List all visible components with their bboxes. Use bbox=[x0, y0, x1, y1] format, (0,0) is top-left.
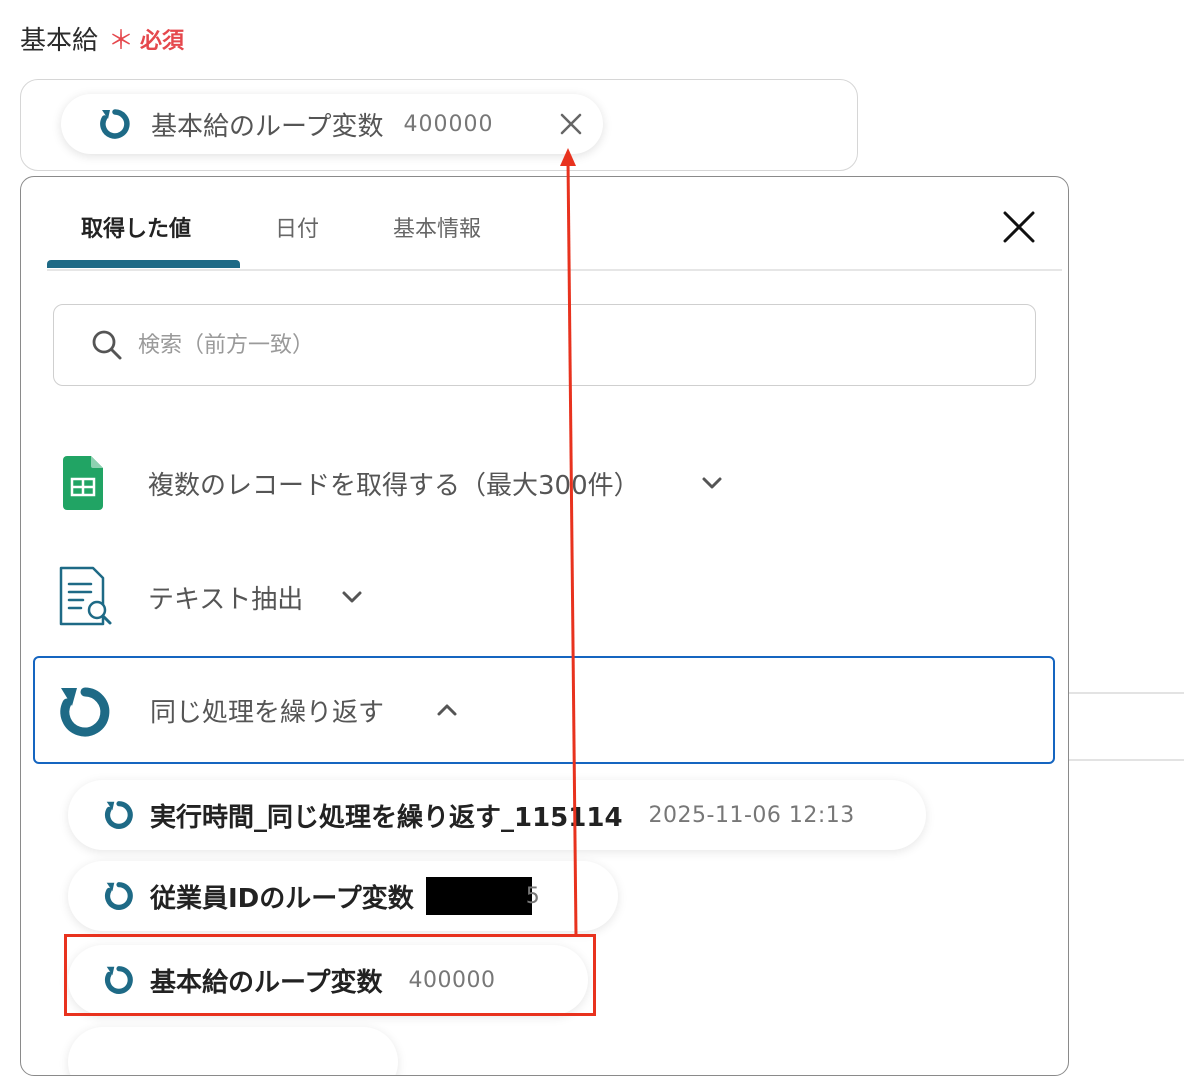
loop-icon bbox=[60, 687, 110, 737]
item-label: 従業員IDのループ変数 bbox=[150, 883, 414, 914]
search-icon bbox=[92, 330, 122, 360]
item-value-tail: 5 bbox=[525, 883, 540, 909]
value-input[interactable]: 基本給のループ変数 400000 bbox=[20, 79, 858, 171]
group-text-extraction[interactable]: テキスト抽出 bbox=[33, 545, 1055, 649]
loop-icon bbox=[104, 801, 133, 829]
tab-bar: 取得した値 日付 基本情報 bbox=[47, 177, 1062, 271]
search-field[interactable] bbox=[53, 304, 1036, 386]
selected-value-chip[interactable]: 基本給のループ変数 400000 bbox=[61, 94, 603, 154]
chevron-down-icon bbox=[702, 477, 722, 489]
loop-icon bbox=[100, 109, 130, 139]
tab-basic-info[interactable]: 基本情報 bbox=[393, 211, 481, 243]
search-input[interactable] bbox=[136, 331, 940, 359]
document-search-icon bbox=[59, 566, 112, 626]
loop-icon bbox=[104, 882, 133, 910]
group-label: 同じ処理を繰り返す bbox=[150, 697, 385, 728]
background-divider bbox=[1069, 759, 1184, 761]
list-item-partial[interactable] bbox=[68, 1027, 398, 1075]
chevron-up-icon bbox=[437, 704, 457, 716]
close-icon[interactable] bbox=[1001, 209, 1037, 245]
group-label: テキスト抽出 bbox=[148, 584, 304, 615]
chevron-down-icon bbox=[342, 591, 362, 603]
list-item[interactable]: 従業員IDのループ変数 5 bbox=[68, 861, 618, 931]
field-label: 基本給 ＊ 必須 bbox=[20, 20, 184, 57]
redacted-value bbox=[425, 877, 532, 915]
required-text: 必須 bbox=[140, 28, 185, 54]
active-tab-indicator bbox=[47, 260, 240, 268]
annotation-highlight-box bbox=[64, 934, 596, 1016]
background-divider bbox=[1069, 692, 1184, 694]
group-get-records[interactable]: 複数のレコードを取得する（最大300件） bbox=[33, 431, 1055, 535]
field-label-text: 基本給 bbox=[20, 26, 99, 56]
required-asterisk: ＊ bbox=[108, 26, 135, 56]
group-loop[interactable]: 同じ処理を繰り返す bbox=[33, 656, 1055, 764]
tab-retrieved-values[interactable]: 取得した値 bbox=[81, 211, 191, 243]
list-item[interactable]: 実行時間_同じ処理を繰り返す_115114 2025-11-06 12:13 bbox=[68, 780, 926, 850]
item-label: 実行時間_同じ処理を繰り返す_115114 bbox=[150, 802, 623, 833]
chip-label: 基本給のループ変数 bbox=[151, 111, 384, 142]
chip-value: 400000 bbox=[403, 111, 494, 137]
tab-date[interactable]: 日付 bbox=[275, 211, 319, 243]
google-sheets-icon bbox=[63, 456, 103, 510]
remove-chip-icon[interactable] bbox=[557, 110, 585, 138]
item-value: 2025-11-06 12:13 bbox=[648, 802, 855, 828]
group-label: 複数のレコードを取得する（最大300件） bbox=[148, 470, 640, 501]
